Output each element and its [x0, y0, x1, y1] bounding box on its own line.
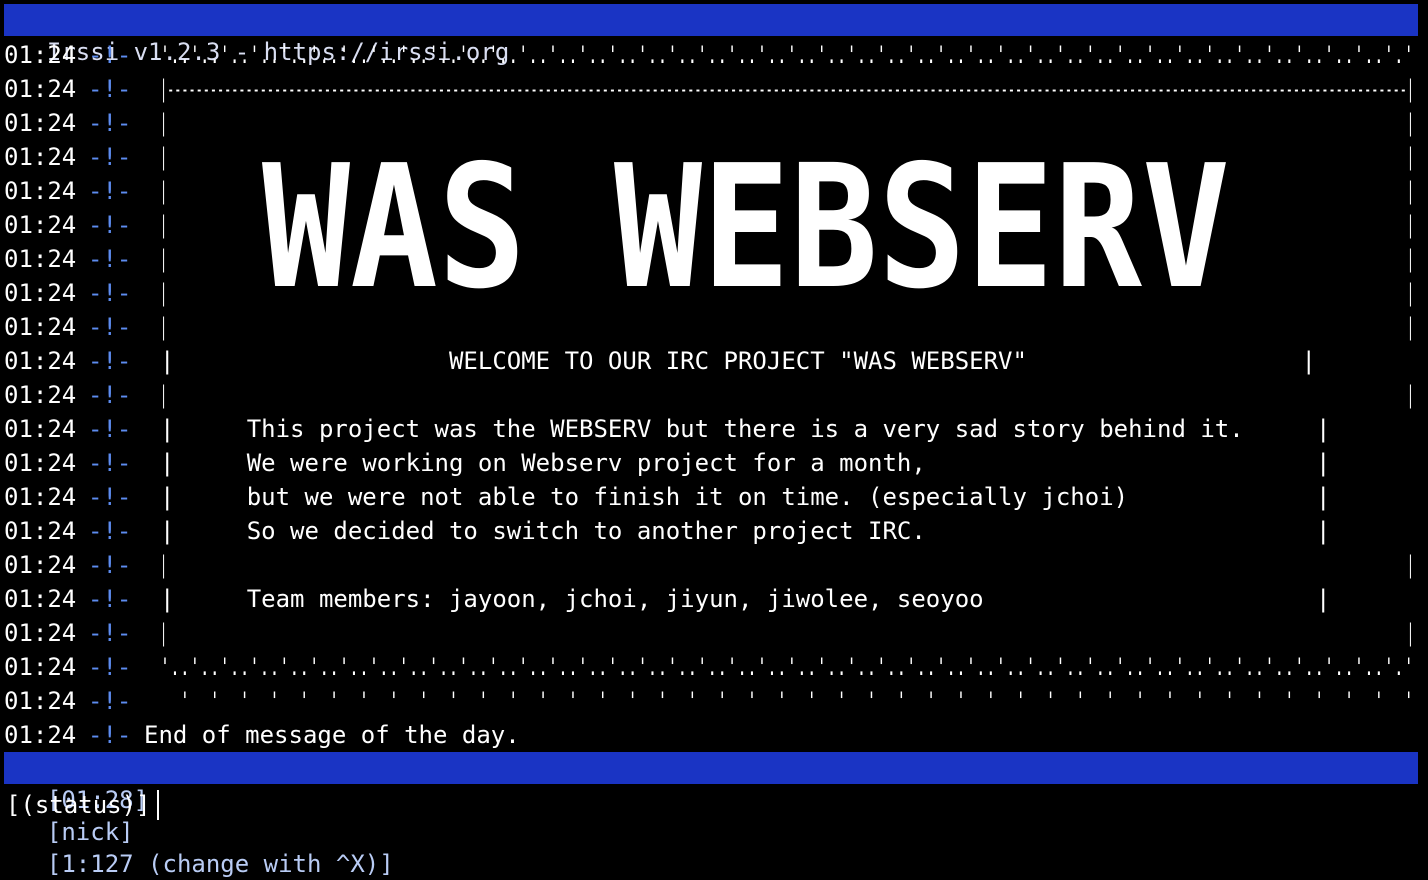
log-line: 01:24 -!- '..'..'..'..'..'..'..'..'..'..'.… — [4, 650, 1418, 684]
status-nick: [nick] — [46, 818, 134, 846]
motd-line-text: | WELCOME TO OUR IRC PROJECT "WAS WEBSER… — [160, 347, 1316, 375]
log-symbol: -!- — [88, 109, 132, 137]
log-line: 01:24 -!- End of message of the day. — [4, 718, 1418, 752]
log-symbol: -!- — [88, 619, 132, 647]
log-line: 01:24 -!- ' ' ' ' ' ' ' ' ' ' ' ' ' ' ' '… — [4, 684, 1418, 718]
log-line: 01:24 -!- | | — [4, 106, 1418, 140]
motd-end-text: End of message of the day. — [144, 721, 520, 749]
motd-line-text: | | — [160, 109, 1415, 137]
log-timestamp: 01:24 — [4, 585, 77, 613]
motd-line-text: | We were working on Webserv project for… — [160, 449, 1331, 477]
log-symbol: -!- — [88, 245, 132, 273]
motd-line-text: | | — [160, 313, 1415, 341]
log-symbol: -!- — [88, 585, 132, 613]
log-line: 01:24 -!- | but we were not able to finish… — [4, 480, 1418, 514]
log-line: 01:24 -!- | Team members: jayoon, jchoi, j… — [4, 582, 1418, 616]
log-timestamp: 01:24 — [4, 619, 77, 647]
log-line: 01:24 -!- | | — [4, 548, 1418, 582]
status-bar: [01:28] [nick] [1:127 (change with ^X)] — [4, 752, 1418, 878]
log-timestamp: 01:24 — [4, 449, 77, 477]
log-symbol: -!- — [88, 211, 132, 239]
motd-line-text: '..'..'..'..'..'..'..'..'..'..'..'..'..'… — [160, 41, 1414, 69]
log-line: 01:24 -!- '..'..'..'..'..'..'..'..'..'..'.… — [4, 38, 1418, 72]
log-timestamp: 01:24 — [4, 517, 77, 545]
log-timestamp: 01:24 — [4, 551, 77, 579]
motd-line-text: |---------------------------------------… — [160, 75, 1415, 103]
log-timestamp: 01:24 — [4, 415, 77, 443]
log-symbol: -!- — [88, 347, 132, 375]
log-symbol: -!- — [88, 687, 132, 715]
log-symbol: -!- — [88, 517, 132, 545]
title-bar: Irssi v1.2.3 - https://irssi.org — [4, 4, 1418, 66]
log-timestamp: 01:24 — [4, 279, 77, 307]
log-symbol: -!- — [88, 653, 132, 681]
log-timestamp: 01:24 — [4, 313, 77, 341]
log-symbol: -!- — [88, 721, 132, 749]
log-symbol: -!- — [88, 75, 132, 103]
log-line: 01:24 -!- | WELCOME TO OUR IRC PROJECT "WA… — [4, 344, 1418, 378]
motd-line-text: | | — [160, 619, 1415, 647]
log-timestamp: 01:24 — [4, 143, 77, 171]
log-timestamp: 01:24 — [4, 347, 77, 375]
log-timestamp: 01:24 — [4, 483, 77, 511]
log-symbol: -!- — [88, 483, 132, 511]
log-line: 01:24 -!- | | — [4, 378, 1418, 412]
log-timestamp: 01:24 — [4, 75, 77, 103]
log-timestamp: 01:24 — [4, 721, 77, 749]
log-timestamp: 01:24 — [4, 653, 77, 681]
was-webserv-ascii-banner: WAS WEBSERV — [262, 138, 1230, 304]
motd-line-text: | This project was the WEBSERV but there… — [160, 415, 1331, 443]
log-timestamp: 01:24 — [4, 381, 77, 409]
motd-line-text: | | — [160, 551, 1415, 579]
status-window: [1:127 (change with ^X)] — [46, 850, 394, 878]
log-timestamp: 01:24 — [4, 109, 77, 137]
log-timestamp: 01:24 — [4, 41, 77, 69]
log-symbol: -!- — [88, 313, 132, 341]
log-symbol: -!- — [88, 449, 132, 477]
log-symbol: -!- — [88, 143, 132, 171]
motd-line-text: '..'..'..'..'..'..'..'..'..'..'..'..'..'… — [160, 653, 1414, 681]
banner-text: WAS WEBSERV — [262, 138, 1230, 304]
log-line: 01:24 -!- | So we decided to switch to ano… — [4, 514, 1418, 548]
log-timestamp: 01:24 — [4, 687, 77, 715]
log-timestamp: 01:24 — [4, 245, 77, 273]
log-timestamp: 01:24 — [4, 211, 77, 239]
log-symbol: -!- — [88, 41, 132, 69]
log-line: 01:24 -!- |-------------------------------… — [4, 72, 1418, 106]
input-prompt: [(status)] — [6, 791, 151, 819]
motd-line-text: | So we decided to switch to another pro… — [160, 517, 1331, 545]
log-timestamp: 01:24 — [4, 177, 77, 205]
motd-line-text: | Team members: jayoon, jchoi, jiyun, ji… — [160, 585, 1331, 613]
motd-line-text: | | — [160, 381, 1415, 409]
log-symbol: -!- — [88, 551, 132, 579]
input-cursor[interactable] — [157, 790, 159, 820]
log-symbol: -!- — [88, 279, 132, 307]
motd-line-text: ' ' ' ' ' ' ' ' ' ' ' ' ' ' ' ' ' ' ' ' … — [160, 687, 1414, 715]
log-symbol: -!- — [88, 415, 132, 443]
log-line: 01:24 -!- | This project was the WEBSERV b… — [4, 412, 1418, 446]
log-symbol: -!- — [88, 381, 132, 409]
log-symbol: -!- — [88, 177, 132, 205]
motd-line-text: | but we were not able to finish it on t… — [160, 483, 1331, 511]
log-line: 01:24 -!- | | — [4, 310, 1418, 344]
log-line: 01:24 -!- | We were working on Webserv pro… — [4, 446, 1418, 480]
log-line: 01:24 -!- | | — [4, 616, 1418, 650]
